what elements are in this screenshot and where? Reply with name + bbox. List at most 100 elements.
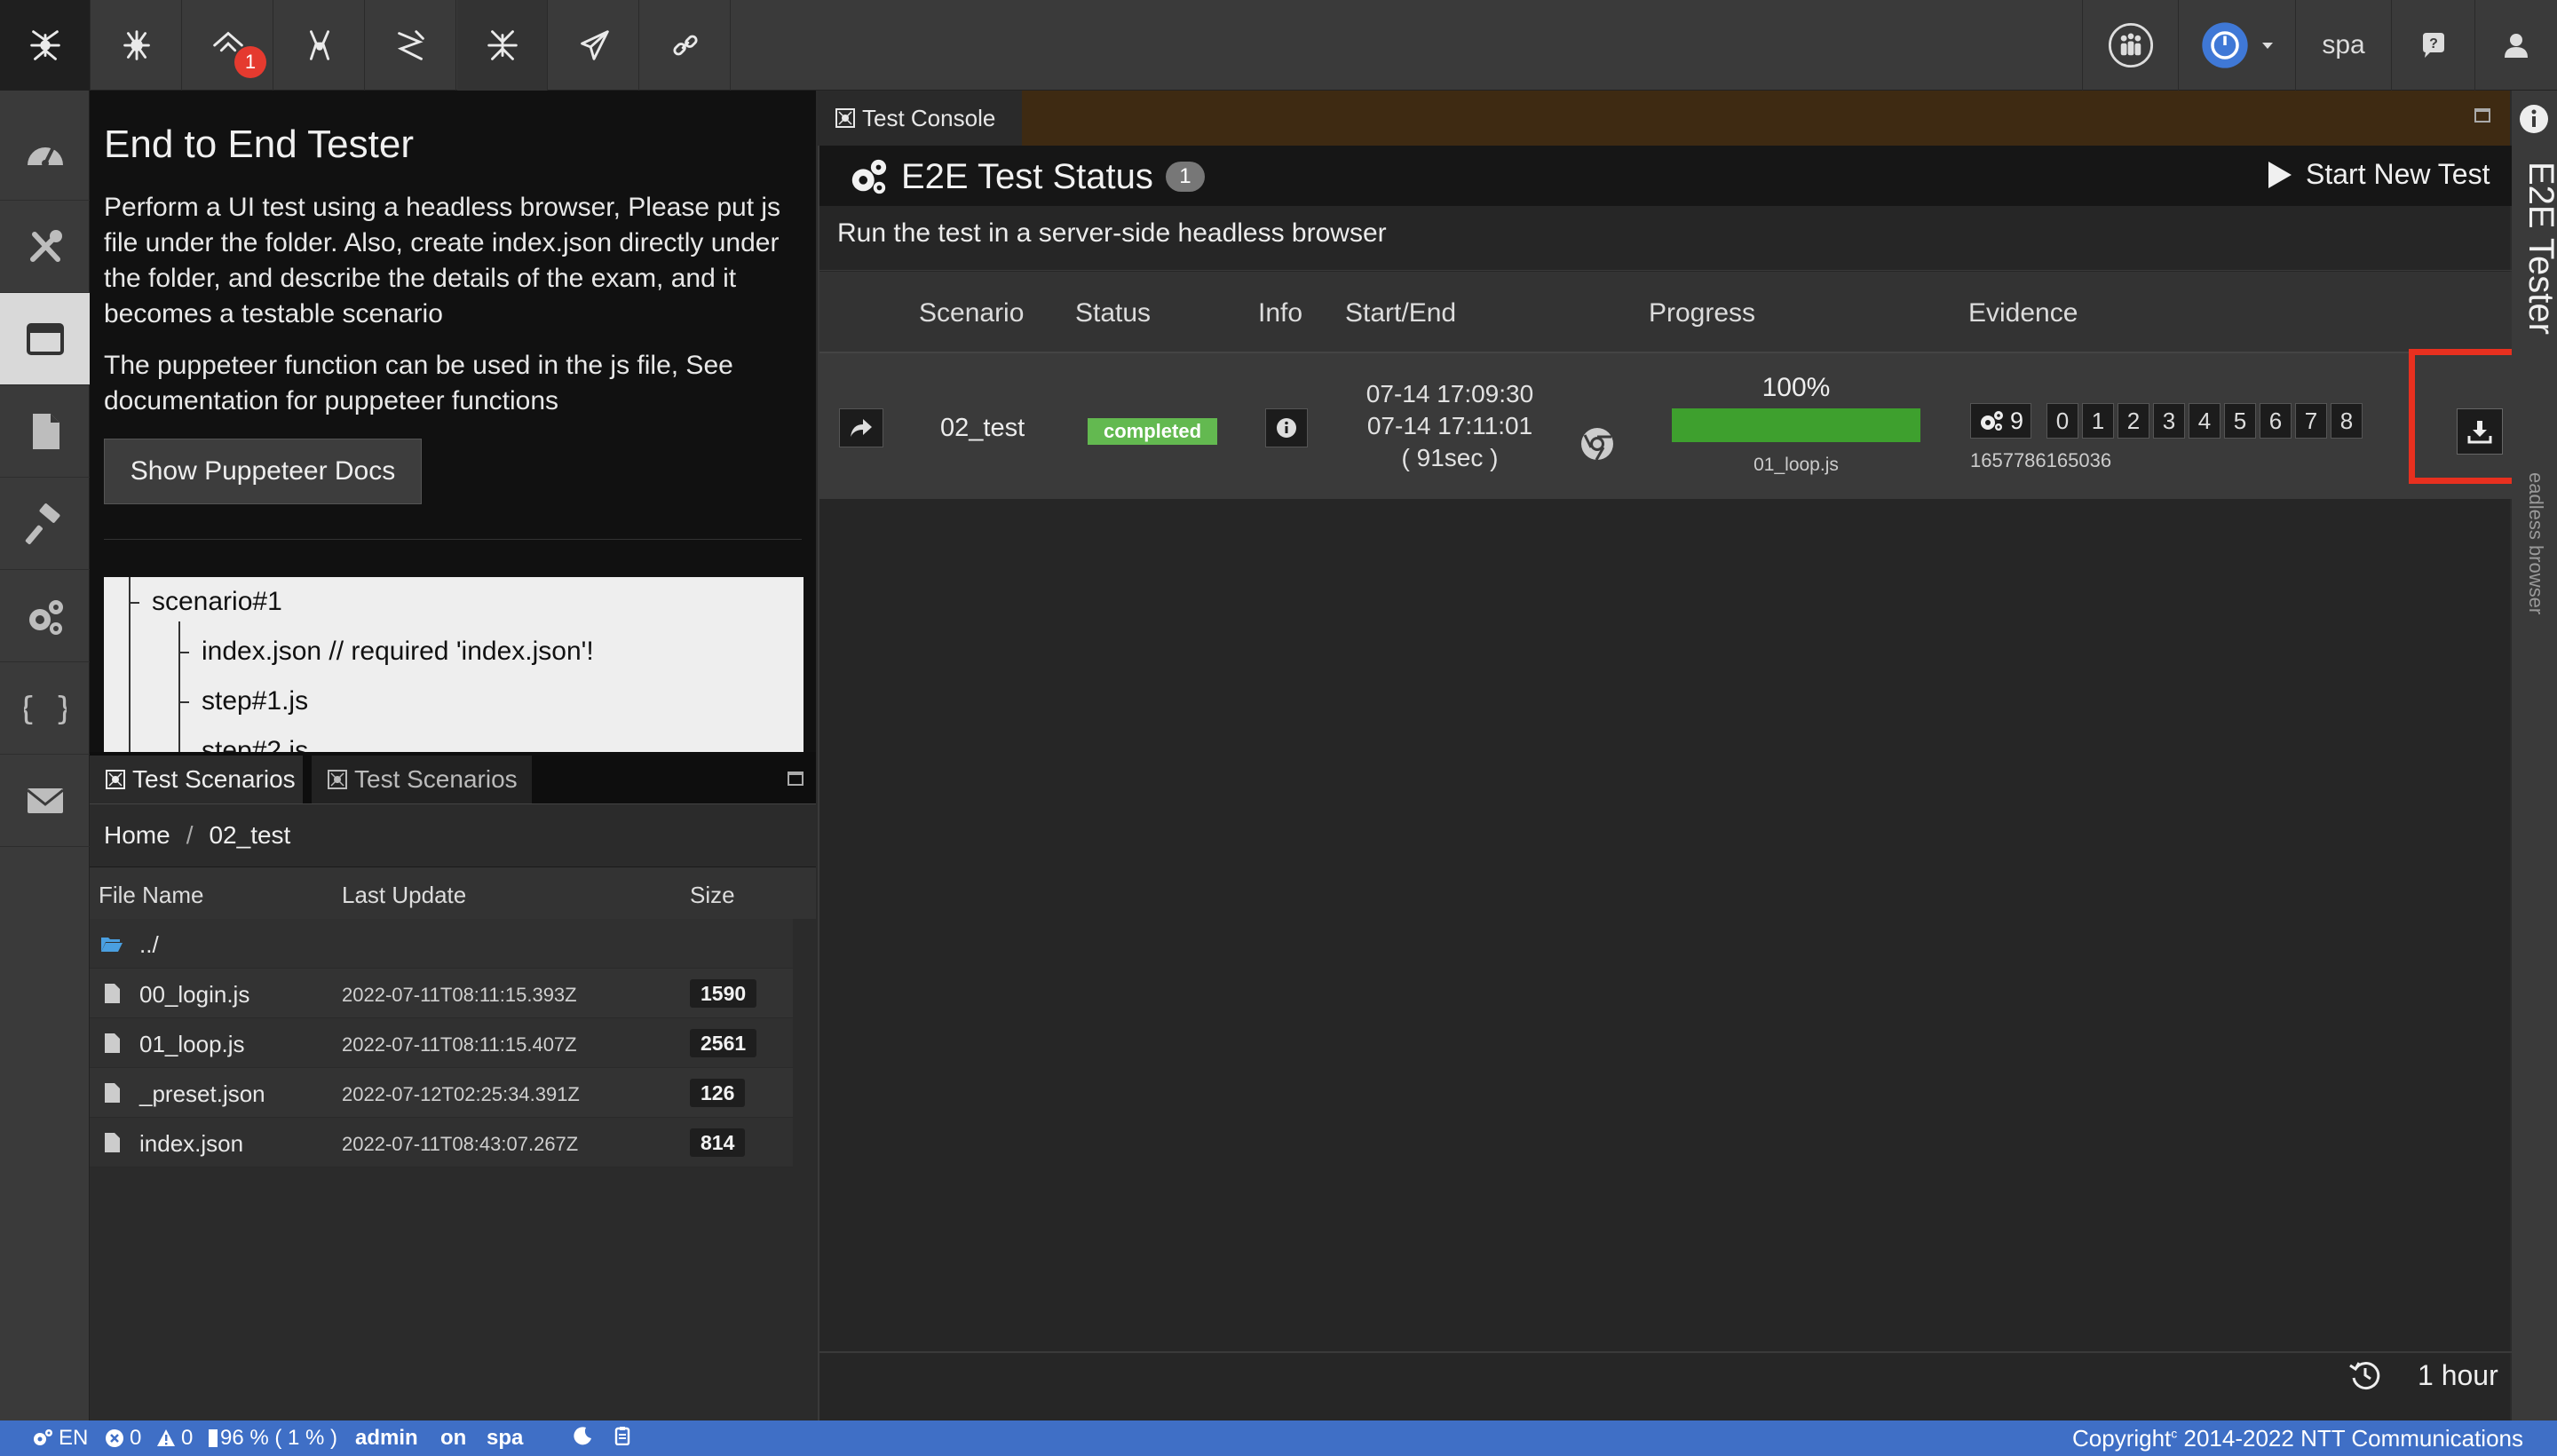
evidence-step-button[interactable]: 6	[2260, 403, 2292, 439]
notification-badge: 1	[234, 46, 266, 78]
toolbar-account-button[interactable]	[2474, 0, 2557, 91]
parent-directory-row[interactable]: ../	[90, 919, 793, 969]
file-name: _preset.json	[139, 1080, 265, 1107]
user-name[interactable]: admin	[355, 1426, 418, 1451]
sidebar-item-dashboard[interactable]	[0, 108, 90, 201]
paper-plane-icon	[574, 25, 614, 66]
tab-test-scenarios[interactable]: Test Scenarios	[90, 756, 303, 803]
gears-icon	[848, 156, 889, 197]
toolbar-user-name[interactable]: spa	[2295, 0, 2391, 91]
info-icon[interactable]	[2518, 103, 2550, 135]
rerun-share-button[interactable]	[839, 408, 883, 447]
console-maximize-icon[interactable]	[2474, 108, 2490, 123]
download-evidence-button[interactable]	[2457, 408, 2503, 455]
evidence-count-button[interactable]: 9	[1970, 403, 2032, 439]
spider-claw-icon	[391, 25, 431, 66]
right-side-strip: E2E Tester eadless browser	[2512, 91, 2557, 1420]
hammer-icon	[24, 502, 67, 545]
evidence-step-button[interactable]: 1	[2082, 403, 2114, 439]
file-name: 00_login.js	[139, 981, 250, 1008]
warning-count[interactable]: 0	[156, 1426, 193, 1451]
chevron-down-icon	[2260, 38, 2275, 52]
copyright-notice: Copyrightc 2014-2022 NTT Communications	[2072, 1425, 2523, 1452]
evidence-step-button[interactable]: 3	[2153, 403, 2185, 439]
team-icon	[2107, 21, 2155, 69]
evidence-step-button[interactable]: 2	[2118, 403, 2149, 439]
download-icon	[2467, 419, 2492, 444]
toolbar-team-button[interactable]	[2082, 0, 2178, 91]
file-name: 01_loop.js	[139, 1031, 245, 1057]
sidebar-item-hammer[interactable]	[0, 478, 90, 570]
file-icon	[100, 1032, 123, 1055]
toolbar-spider-multi-button[interactable]	[91, 0, 182, 91]
toolbar-timer-dropdown[interactable]	[2178, 0, 2295, 91]
tab-label: Test Console	[862, 104, 996, 131]
toolbar-send-button[interactable]	[549, 0, 639, 91]
spider-small-icon	[106, 770, 125, 789]
toolbar-notifications-button[interactable]: 1	[183, 0, 273, 91]
breadcrumb-separator: /	[186, 821, 194, 849]
svg-text:?: ?	[2429, 36, 2438, 51]
column-progress: Progress	[1649, 298, 1756, 328]
toolbar-spider-button-3[interactable]	[366, 0, 456, 91]
sidebar-item-json[interactable]: { }	[0, 662, 90, 755]
column-evidence: Evidence	[1968, 298, 2078, 328]
test-table-header: Scenario Status Info Start/End Progress …	[819, 272, 2512, 352]
file-row[interactable]: 00_login.js 2022-07-11T08:11:15.393Z 159…	[90, 969, 793, 1018]
evidence-step-button[interactable]: 5	[2224, 403, 2256, 439]
file-row[interactable]: index.json 2022-07-11T08:43:07.267Z 814	[90, 1118, 793, 1167]
show-puppeteer-docs-button[interactable]: Show Puppeteer Docs	[104, 439, 422, 504]
toolbar-help-button[interactable]: ?	[2391, 0, 2474, 91]
column-file-name[interactable]: File Name	[99, 882, 203, 909]
sidebar-item-settings[interactable]	[0, 570, 90, 662]
file-size-badge: 2561	[690, 1029, 757, 1057]
file-updated: 2022-07-12T02:25:34.391Z	[342, 1083, 580, 1105]
column-size[interactable]: Size	[690, 882, 735, 909]
evidence-id: 1657786165036	[1970, 449, 2112, 471]
spider-cluster-icon	[116, 25, 157, 66]
file-updated: 2022-07-11T08:43:07.267Z	[342, 1133, 579, 1155]
tree-connector	[178, 652, 189, 653]
language-indicator[interactable]: EN	[32, 1426, 88, 1451]
toolbar-e2e-tester-button[interactable]	[457, 0, 548, 91]
sidebar-item-document[interactable]	[0, 385, 90, 478]
toolbar-spider-button-2[interactable]	[274, 0, 365, 91]
evidence-step-button[interactable]: 4	[2189, 403, 2221, 439]
clipboard-button[interactable]	[613, 1426, 637, 1445]
app-logo-button[interactable]	[0, 0, 91, 91]
test-info-button[interactable]	[1265, 408, 1308, 447]
test-start-time: 07-14 17:09:30	[1366, 380, 1534, 408]
test-duration: ( 91sec )	[1401, 444, 1499, 471]
column-info: Info	[1258, 298, 1303, 328]
start-new-test-button[interactable]: Start New Test	[2267, 158, 2490, 191]
evidence-step-button[interactable]: 8	[2331, 403, 2363, 439]
start-new-test-label: Start New Test	[2306, 158, 2490, 190]
evidence-step-button[interactable]: 7	[2295, 403, 2327, 439]
user-icon	[2502, 31, 2530, 59]
file-icon	[100, 1131, 123, 1154]
console-tab-bar: Test Console	[818, 91, 2510, 146]
evidence-count: 9	[2010, 407, 2024, 434]
sidebar-item-mail[interactable]	[0, 755, 90, 847]
column-last-update[interactable]: Last Update	[342, 882, 466, 909]
breadcrumb-home[interactable]: Home	[104, 821, 170, 850]
progress-bar-fill	[1672, 408, 1920, 442]
warning-count-value: 0	[181, 1426, 194, 1450]
theme-toggle[interactable]	[574, 1426, 598, 1445]
sidebar-item-tools[interactable]	[0, 201, 90, 293]
file-row[interactable]: 01_loop.js 2022-07-11T08:11:15.407Z 2561	[90, 1018, 793, 1068]
scenarios-file-browser: Home / 02_test File Name Last Update Siz…	[90, 803, 816, 1420]
file-row[interactable]: _preset.json 2022-07-12T02:25:34.391Z 12…	[90, 1068, 793, 1118]
tab-test-console[interactable]: Test Console	[818, 91, 1022, 146]
file-size-badge: 126	[690, 1079, 746, 1107]
gears-icon	[32, 1428, 53, 1449]
evidence-step-button[interactable]: 0	[2046, 403, 2078, 439]
tab-test-scenarios-2[interactable]: Test Scenarios	[312, 756, 532, 803]
sidebar-item-browser[interactable]	[0, 293, 90, 385]
error-count[interactable]: 0	[105, 1426, 141, 1451]
maximize-icon[interactable]	[788, 772, 804, 786]
column-status: Status	[1075, 298, 1152, 328]
toolbar-link-button[interactable]	[640, 0, 731, 91]
history-period-selector[interactable]: 1 hour	[2348, 1358, 2498, 1392]
host-name[interactable]: spa	[487, 1426, 523, 1451]
